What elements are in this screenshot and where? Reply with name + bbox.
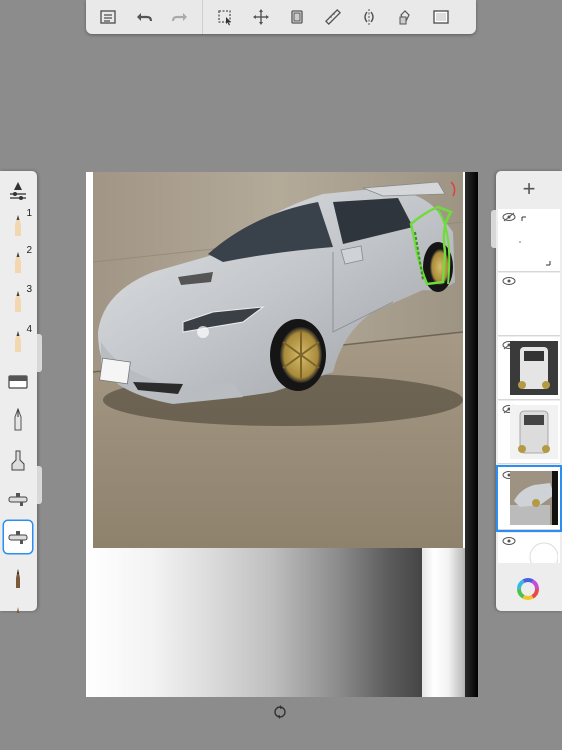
gradient-swatch	[86, 548, 422, 697]
undo-icon[interactable]	[126, 0, 162, 34]
layer-blank[interactable]	[498, 273, 560, 336]
pen-icon[interactable]	[4, 403, 32, 435]
brush-partial-icon[interactable]	[4, 595, 32, 613]
add-layer-button[interactable]: +	[496, 171, 562, 207]
layer-thumbnail	[519, 216, 551, 266]
layers-panel: +	[496, 171, 562, 611]
top-toolbar	[86, 0, 476, 34]
car-photo	[93, 172, 463, 548]
fill-icon[interactable]	[387, 0, 423, 34]
layer-thumbnail	[529, 542, 558, 563]
stack-icon[interactable]	[279, 0, 315, 34]
selection-icon[interactable]	[207, 0, 243, 34]
layers-handle[interactable]	[491, 210, 496, 248]
eraser-icon[interactable]	[4, 365, 32, 397]
color-wheel-icon[interactable]	[515, 576, 541, 602]
dark-edge-strip	[465, 172, 478, 697]
symmetry-icon[interactable]	[351, 0, 387, 34]
layer-rear-view-2[interactable]	[498, 401, 560, 464]
layer-sketch[interactable]	[498, 209, 560, 272]
marker-icon[interactable]	[4, 443, 32, 475]
airbrush-selected-icon[interactable]	[4, 521, 32, 553]
eye-icon[interactable]	[502, 276, 516, 286]
brush-number: 4	[26, 324, 32, 335]
canvas-margin	[86, 172, 93, 548]
pencil-1[interactable]: 1	[4, 209, 32, 241]
toolbar-right-group	[203, 0, 463, 34]
brush-palette: 1 2 3 4	[0, 171, 37, 613]
pencil-4[interactable]: 4	[4, 325, 32, 357]
paintbrush-icon[interactable]	[4, 561, 32, 593]
layer-rear-view-1[interactable]	[498, 337, 560, 400]
list-icon[interactable]	[90, 0, 126, 34]
fullscreen-icon[interactable]	[423, 0, 459, 34]
transform-icon[interactable]	[243, 0, 279, 34]
brush-settings-icon[interactable]	[4, 175, 32, 207]
canvas[interactable]	[86, 172, 478, 697]
ruler-icon[interactable]	[315, 0, 351, 34]
layer-background[interactable]	[498, 533, 560, 563]
layer-thumbnail	[510, 341, 558, 395]
layer-thumbnail	[510, 405, 558, 459]
canvas-rotate-icon[interactable]	[273, 705, 287, 719]
brush-number: 3	[26, 284, 32, 295]
pencil-3[interactable]: 3	[4, 285, 32, 317]
toolbar-left-group	[86, 0, 203, 34]
brush-number: 2	[26, 245, 32, 256]
airbrush-icon[interactable]	[4, 483, 32, 515]
brush-number: 1	[26, 208, 32, 219]
pencil-2[interactable]: 2	[4, 246, 32, 278]
layer-thumbnail	[510, 471, 558, 525]
redo-icon[interactable]	[162, 0, 198, 34]
palette-handle[interactable]	[37, 334, 42, 372]
palette-handle[interactable]	[37, 466, 42, 504]
layer-car-photo[interactable]	[498, 467, 560, 530]
gradient-swatch-secondary	[422, 548, 470, 697]
